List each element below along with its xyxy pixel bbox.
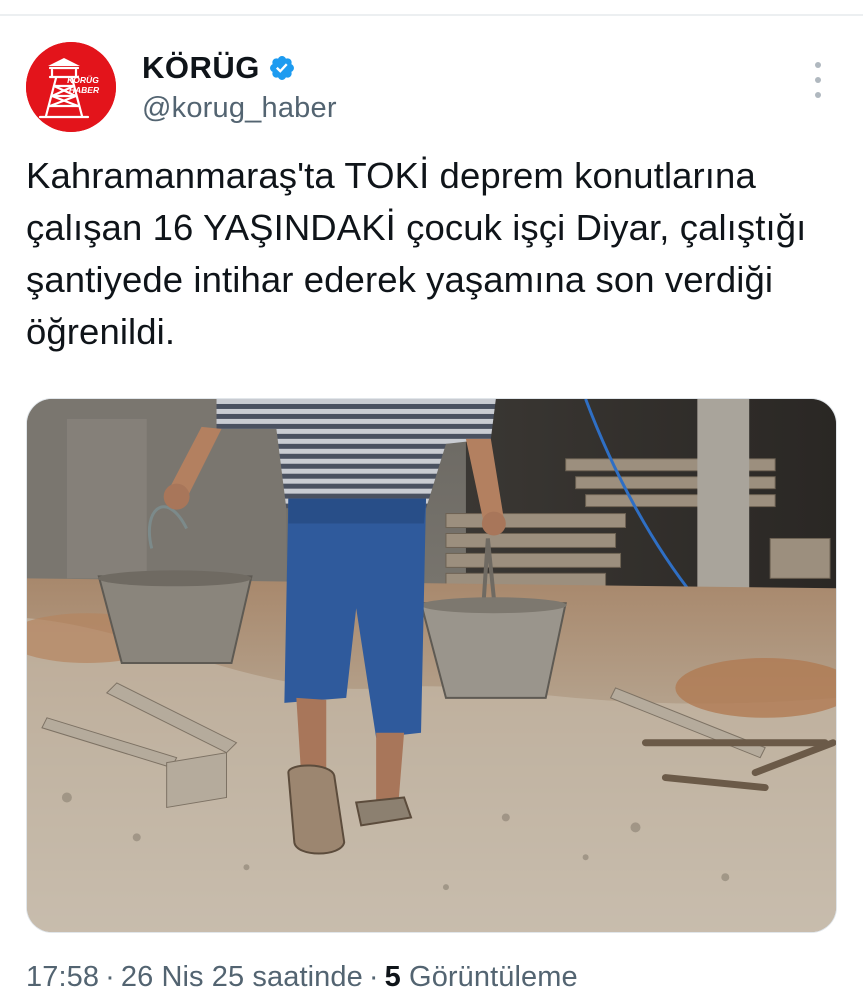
display-name[interactable]: KÖRÜG xyxy=(142,50,260,86)
more-options-button[interactable] xyxy=(808,62,828,98)
more-dot-icon xyxy=(815,92,821,98)
account-names: KÖRÜG @korug_haber xyxy=(142,50,337,125)
tweet-time[interactable]: 17:58 xyxy=(26,961,99,993)
tweet-meta: 17:58 · 26 Nis 25 saatinde · 5 Görüntüleme xyxy=(26,961,578,994)
avatar[interactable]: KÖRÜG HABER xyxy=(26,42,116,132)
avatar-text-line1: KÖRÜG xyxy=(67,75,99,85)
construction-site-photo xyxy=(27,399,836,932)
meta-separator: · xyxy=(368,961,379,993)
tweet-image[interactable] xyxy=(26,398,837,933)
views-label: Görüntüleme xyxy=(409,961,578,993)
tweet-text: Kahramanmaraş'ta TOKİ deprem konutlarına… xyxy=(26,155,807,352)
tweet-header: KÖRÜG HABER KÖRÜG @korug_haber xyxy=(26,42,838,132)
more-dot-icon xyxy=(815,62,821,68)
account-handle[interactable]: @korug_haber xyxy=(142,92,337,125)
more-dot-icon xyxy=(815,77,821,83)
verified-badge-icon[interactable] xyxy=(268,54,296,82)
meta-separator: · xyxy=(105,961,115,993)
views-count[interactable]: 5 xyxy=(385,961,401,993)
watchtower-logo-icon: KÖRÜG HABER xyxy=(26,42,116,132)
top-divider xyxy=(0,14,863,16)
tweet-date[interactable]: 26 Nis 25 saatinde xyxy=(121,961,363,993)
avatar-text-line2: HABER xyxy=(69,85,100,95)
